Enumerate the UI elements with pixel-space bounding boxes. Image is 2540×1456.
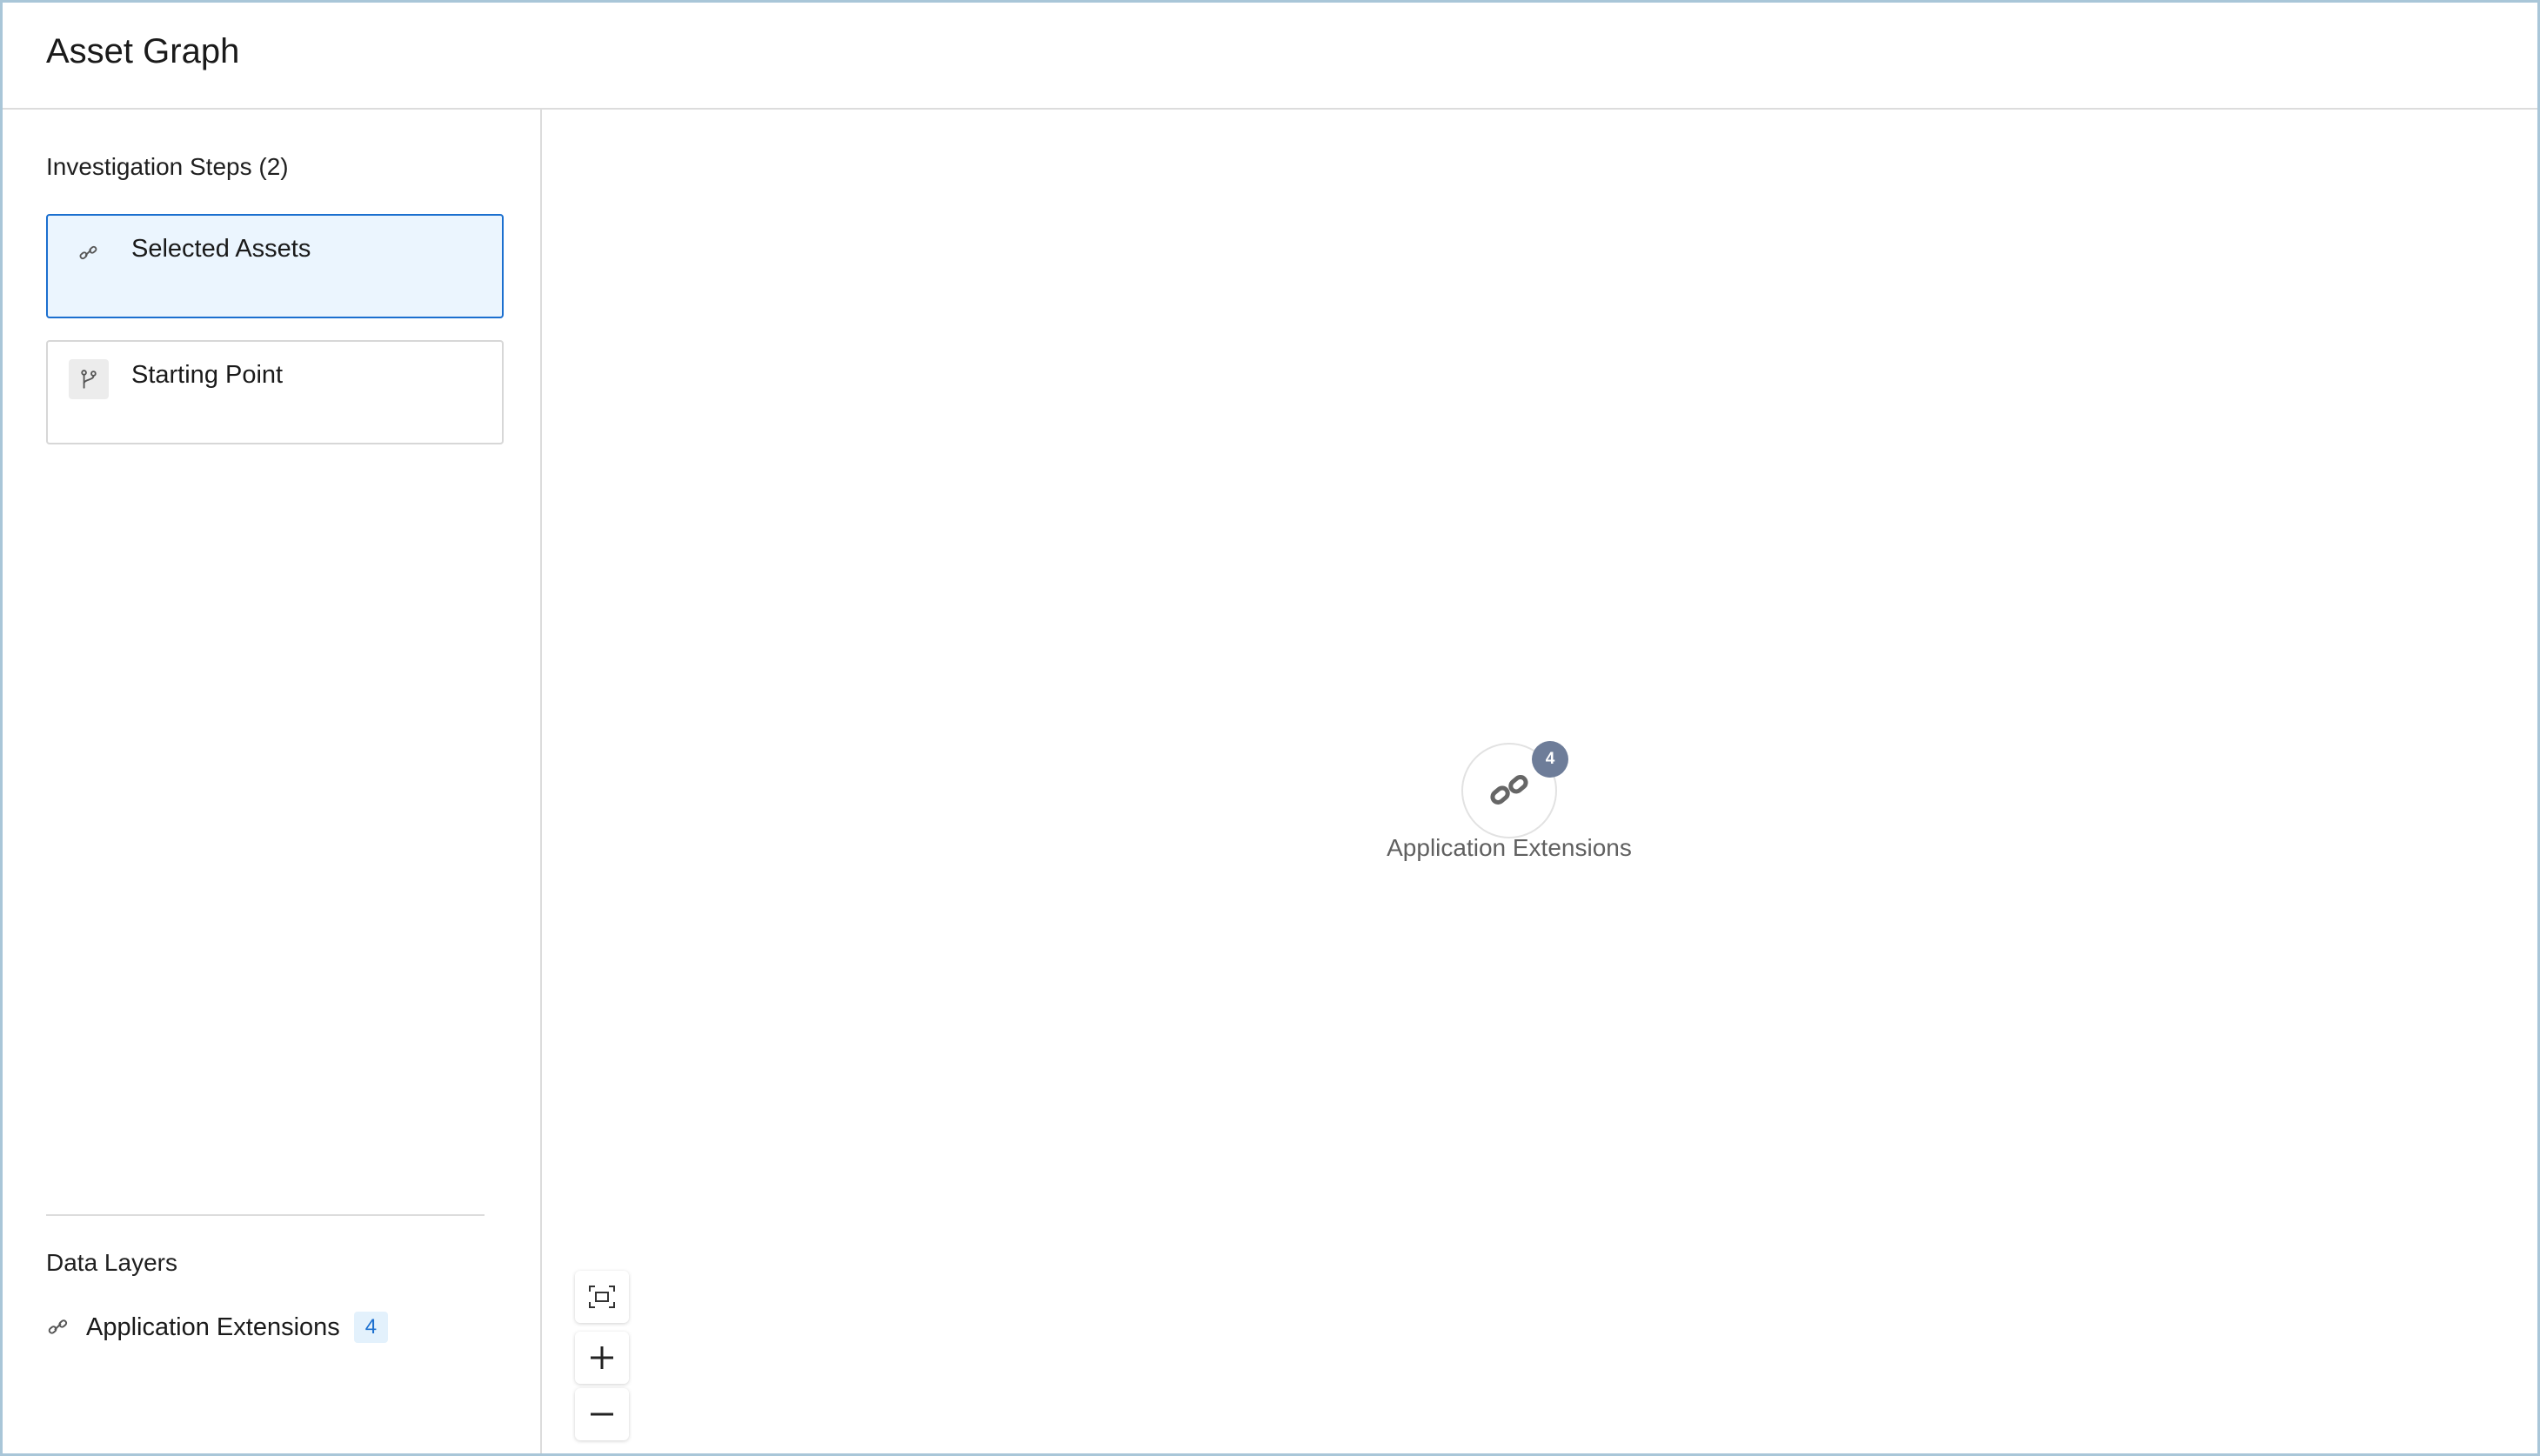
fit-view-button[interactable] [575, 1271, 629, 1323]
step-label: Selected Assets [131, 235, 311, 263]
zoom-in-button[interactable] [575, 1332, 629, 1384]
page-title: Asset Graph [46, 32, 240, 70]
node-label: Application Extensions [1387, 834, 1632, 861]
link-icon [46, 1315, 70, 1339]
link-icon [69, 233, 109, 273]
app-window: Asset Graph Investigation Steps (2) Sele… [0, 0, 2540, 1456]
link-icon [1487, 769, 1531, 812]
step-card-starting-point[interactable]: Starting Point [46, 340, 504, 444]
data-layers-title: Data Layers [46, 1249, 177, 1276]
plus-icon [589, 1345, 615, 1371]
investigation-sidebar: Investigation Steps (2) Selected Assets [3, 110, 542, 1453]
zoom-out-button[interactable] [575, 1388, 629, 1440]
investigation-steps-title: Investigation Steps (2) [46, 153, 289, 180]
step-label: Starting Point [131, 361, 284, 389]
data-layer-count-badge: 4 [353, 1312, 389, 1343]
page-header: Asset Graph [3, 3, 2537, 110]
data-layer-label: Application Extensions [86, 1312, 340, 1341]
graph-canvas[interactable]: 4 Application Extensions [544, 110, 2537, 1453]
step-card-selected-assets[interactable]: Selected Assets [46, 214, 504, 318]
data-layer-application-extensions[interactable]: Application Extensions 4 [46, 1310, 389, 1345]
branch-icon [69, 359, 109, 399]
sidebar-divider [46, 1214, 485, 1216]
node-count-badge: 4 [1532, 741, 1568, 778]
fit-view-icon [588, 1285, 616, 1309]
minus-icon [589, 1401, 615, 1427]
